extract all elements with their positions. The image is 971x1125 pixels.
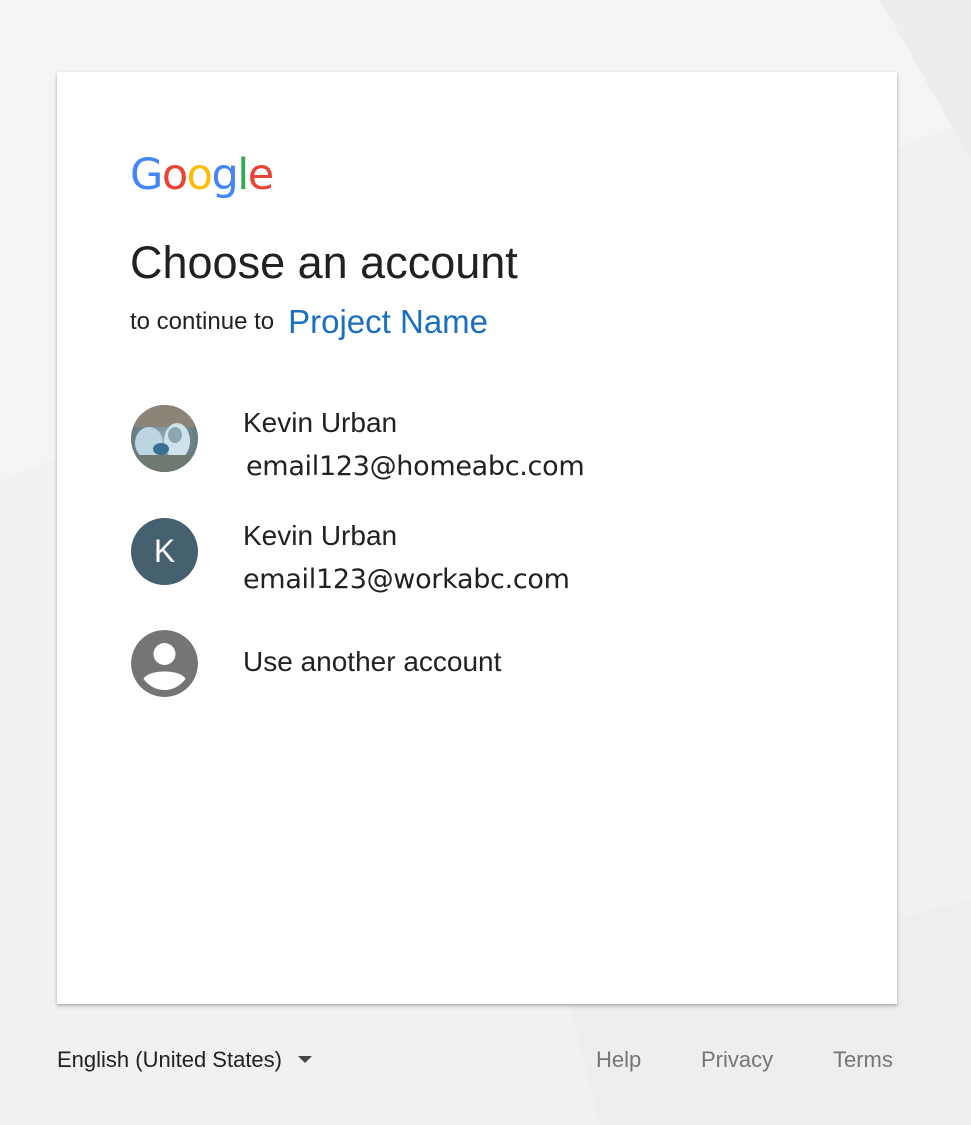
photo-avatar bbox=[131, 405, 198, 472]
terms-link[interactable]: Terms bbox=[833, 1047, 893, 1073]
google-logo: Google bbox=[130, 150, 274, 200]
use-another-account-button[interactable]: Use another account bbox=[130, 630, 850, 700]
account-email: email123@workabc.com bbox=[243, 564, 570, 595]
language-label: English (United States) bbox=[57, 1047, 282, 1072]
account-circle-icon bbox=[131, 630, 198, 697]
account-name: Kevin Urban bbox=[243, 520, 398, 551]
account-email: email123@homeabc.com bbox=[246, 451, 585, 482]
subtitle: to continue to Project Name bbox=[130, 302, 488, 342]
account-chooser-card: Google Choose an account to continue to P… bbox=[57, 72, 897, 1004]
initial-avatar: K bbox=[131, 518, 198, 585]
account-item-home[interactable]: Kevin Urban email123@homeabc.com bbox=[130, 405, 850, 495]
privacy-link[interactable]: Privacy bbox=[701, 1047, 773, 1073]
account-item-work[interactable]: K Kevin Urban email123@workabc.com bbox=[130, 518, 850, 608]
project-name-link[interactable]: Project Name bbox=[288, 303, 488, 340]
subtitle-prefix: to continue to bbox=[130, 308, 275, 335]
profile-photo-icon bbox=[131, 405, 198, 472]
caret-down-icon bbox=[298, 1056, 312, 1063]
account-name: Kevin Urban bbox=[243, 407, 398, 438]
use-another-account-label: Use another account bbox=[243, 646, 502, 677]
help-link[interactable]: Help bbox=[596, 1047, 641, 1073]
language-selector[interactable]: English (United States) bbox=[57, 1047, 312, 1073]
page-title: Choose an account bbox=[130, 237, 518, 288]
